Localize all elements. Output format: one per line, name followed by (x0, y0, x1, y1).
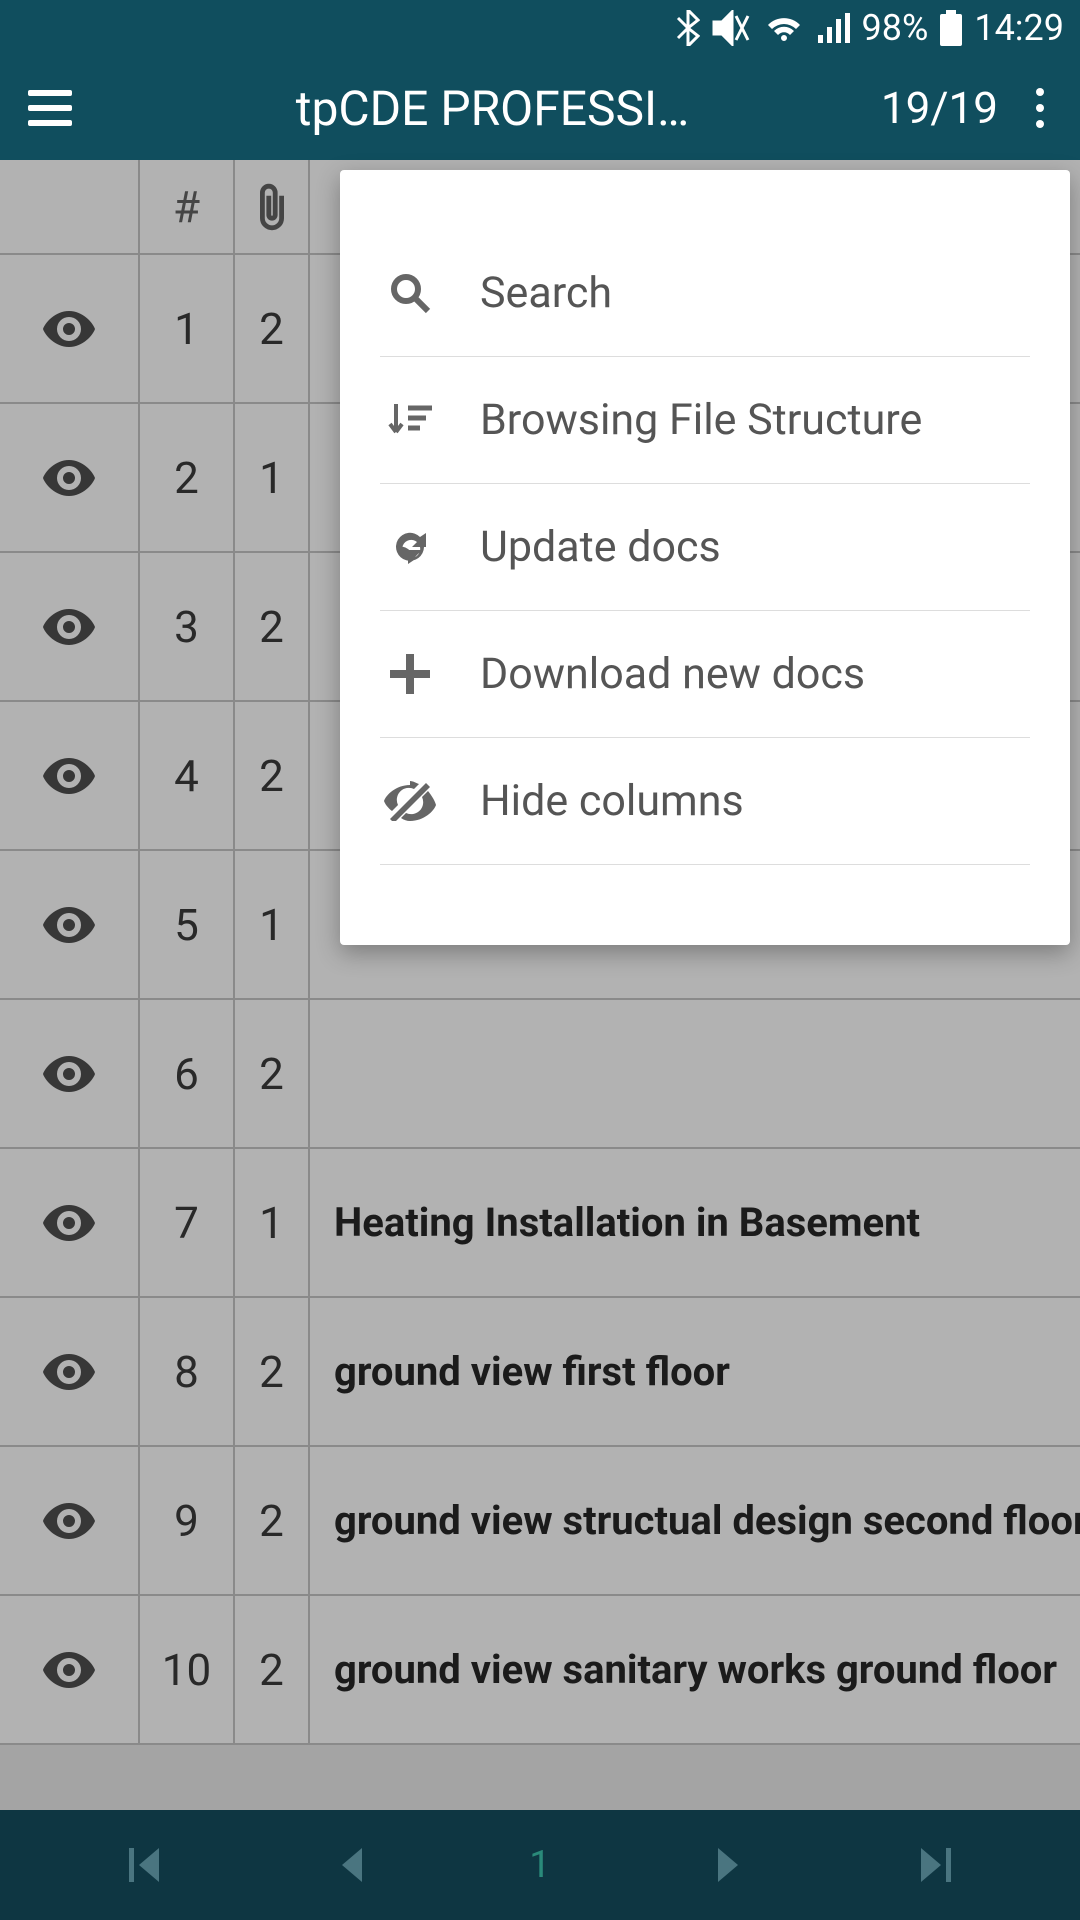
current-page: 1 (529, 1843, 550, 1887)
battery-percent: 98% (862, 7, 929, 49)
popup-item-label: Browsing File Structure (480, 395, 1030, 445)
menu-button[interactable] (28, 86, 72, 130)
popup-item-sort[interactable]: Browsing File Structure (380, 357, 1030, 484)
last-page-button[interactable] (906, 1848, 966, 1882)
mute-icon (712, 10, 752, 46)
popup-item-refresh[interactable]: Update docs (380, 484, 1030, 611)
first-page-button[interactable] (114, 1848, 174, 1882)
popup-item-label: Search (480, 268, 1030, 318)
content-area: # 12213242516271Heating Installation in … (0, 160, 1080, 1810)
status-bar: 98% 14:29 (0, 0, 1080, 56)
next-page-button[interactable] (698, 1848, 758, 1882)
refresh-icon (380, 525, 440, 569)
popup-item-label: Hide columns (480, 776, 1030, 826)
popup-item-search[interactable]: Search (380, 230, 1030, 357)
popup-item-hide[interactable]: Hide columns (380, 738, 1030, 865)
hide-icon (380, 781, 440, 821)
bluetooth-icon (676, 10, 700, 46)
popup-item-label: Update docs (480, 522, 1030, 572)
clock-time: 14:29 (974, 7, 1064, 49)
more-options-button[interactable] (1028, 80, 1052, 136)
item-counter: 19/19 (881, 82, 998, 134)
app-title: tpCDE PROFESSI… (104, 80, 881, 137)
popup-item-label: Download new docs (480, 649, 1030, 699)
search-icon (380, 271, 440, 315)
wifi-icon (764, 13, 804, 43)
battery-icon (940, 10, 962, 46)
app-bar: tpCDE PROFESSI… 19/19 (0, 56, 1080, 160)
signal-icon (816, 13, 850, 43)
popup-item-plus[interactable]: Download new docs (380, 611, 1030, 738)
plus-icon (380, 654, 440, 694)
bottom-nav: 1 (0, 1810, 1080, 1920)
sort-icon (380, 400, 440, 440)
prev-page-button[interactable] (322, 1848, 382, 1882)
options-popup: Search Browsing File Structure Update docs… (340, 170, 1070, 945)
